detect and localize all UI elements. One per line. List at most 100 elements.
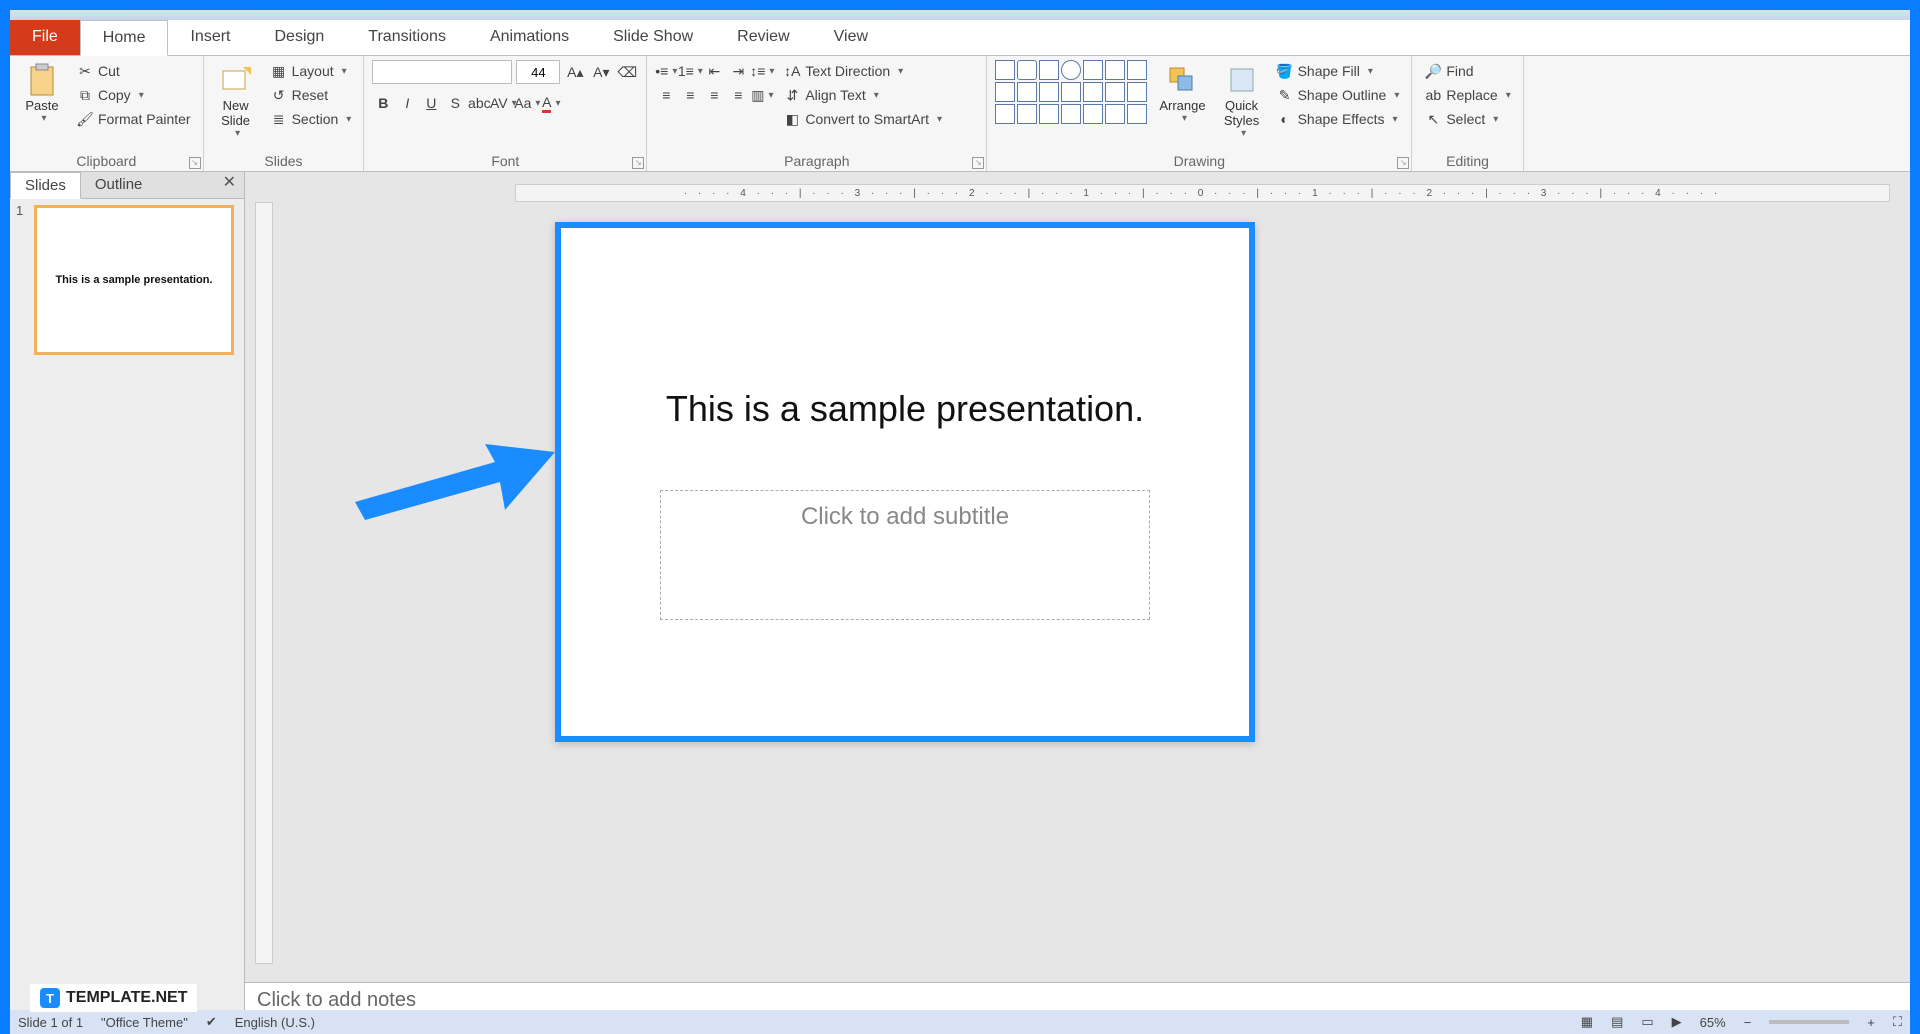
increase-indent-button[interactable]: ⇥ [727,60,749,82]
fit-to-window-button[interactable]: ⛶ [1893,1014,1902,1030]
pane-tab-outline[interactable]: Outline [81,172,157,198]
status-spellcheck-icon[interactable]: ✔ [206,1014,217,1030]
slide-editor[interactable]: This is a sample presentation. Click to … [555,222,1255,742]
replace-label: Replace [1446,87,1497,103]
new-slide-button[interactable]: New Slide [212,60,260,141]
cut-button[interactable]: ✂Cut [72,60,195,82]
app-window: File Home Insert Design Transitions Anim… [10,10,1910,1024]
tab-insert[interactable]: Insert [168,20,252,55]
shadow-button[interactable]: abc [468,92,490,114]
drawing-dialog-launcher[interactable]: ↘ [1397,157,1409,169]
copy-button[interactable]: ⧉Copy [72,84,195,106]
tab-design[interactable]: Design [252,20,346,55]
tab-file[interactable]: File [10,20,80,55]
binoculars-icon: 🔎 [1424,62,1442,80]
tab-animations[interactable]: Animations [468,20,591,55]
effects-icon: ◐ [1276,110,1294,128]
char-spacing-button[interactable]: AV [492,92,514,114]
columns-button[interactable]: ▥ [751,84,773,106]
align-left-button[interactable]: ≡ [655,84,677,106]
zoom-level[interactable]: 65% [1700,1015,1726,1030]
status-theme: "Office Theme" [101,1015,188,1030]
title-bar [10,10,1910,20]
italic-button[interactable]: I [396,92,418,114]
find-button[interactable]: 🔎Find [1420,60,1514,82]
smartart-icon: ◧ [783,110,801,128]
pane-tab-slides[interactable]: Slides [10,172,81,199]
text-direction-button[interactable]: ↕AText Direction [779,60,946,82]
quick-styles-button[interactable]: Quick Styles [1218,60,1266,141]
format-painter-button[interactable]: 🖌Format Painter [72,108,195,130]
new-slide-icon [218,62,254,98]
shape-effects-button[interactable]: ◐Shape Effects [1272,108,1404,130]
layout-label: Layout [292,63,334,79]
zoom-in-button[interactable]: + [1867,1015,1875,1030]
shape-outline-button[interactable]: ✎Shape Outline [1272,84,1404,106]
text-direction-icon: ↕A [783,62,801,80]
slide-title-text[interactable]: This is a sample presentation. [601,388,1209,430]
tab-home[interactable]: Home [80,20,169,56]
reset-label: Reset [292,87,329,103]
font-dialog-launcher[interactable]: ↘ [632,157,644,169]
arrange-button[interactable]: Arrange [1153,60,1211,126]
paste-button[interactable]: Paste [18,60,66,126]
convert-smartart-button[interactable]: ◧Convert to SmartArt [779,108,946,130]
quick-styles-label: Quick Styles [1224,98,1259,128]
shape-fill-button[interactable]: 🪣Shape Fill [1272,60,1404,82]
group-drawing-label: Drawing [995,151,1403,169]
font-color-button[interactable]: A [540,92,562,114]
shapes-gallery[interactable] [995,60,1147,124]
replace-button[interactable]: abReplace [1420,84,1514,106]
align-right-button[interactable]: ≡ [703,84,725,106]
group-editing-label: Editing [1420,151,1514,169]
bullets-button[interactable]: •≡ [655,60,677,82]
paragraph-dialog-launcher[interactable]: ↘ [972,157,984,169]
slide-subtitle-placeholder[interactable]: Click to add subtitle [660,490,1150,620]
justify-button[interactable]: ≡ [727,84,749,106]
tab-view[interactable]: View [812,20,890,55]
tab-slideshow[interactable]: Slide Show [591,20,715,55]
clear-format-button[interactable]: ⌫ [616,61,638,83]
reset-button[interactable]: ↺Reset [266,84,356,106]
layout-button[interactable]: ▦Layout [266,60,356,82]
template-net-label: TEMPLATE.NET [66,989,187,1007]
status-language[interactable]: English (U.S.) [235,1015,315,1030]
font-name-input[interactable] [372,60,512,84]
view-normal-button[interactable]: ▦ [1581,1014,1593,1030]
select-button[interactable]: ↖Select [1420,108,1514,130]
slide-thumbnail-1[interactable]: 1 This is a sample presentation. [10,199,244,361]
cursor-icon: ↖ [1424,110,1442,128]
font-size-input[interactable] [516,60,560,84]
paste-label: Paste [25,98,58,113]
group-slides-label: Slides [212,151,356,169]
numbering-button[interactable]: 1≡ [679,60,701,82]
clipboard-dialog-launcher[interactable]: ↘ [189,157,201,169]
tab-transitions[interactable]: Transitions [346,20,468,55]
reset-icon: ↺ [270,86,288,104]
align-center-button[interactable]: ≡ [679,84,701,106]
section-button[interactable]: ≣Section [266,108,356,130]
group-paragraph: •≡ 1≡ ⇤ ⇥ ↕≡ ≡ ≡ ≡ ≡ ▥ ↕AText D [647,56,987,171]
decrease-indent-button[interactable]: ⇤ [703,60,725,82]
grow-font-button[interactable]: A▴ [564,61,586,83]
status-slide-count: Slide 1 of 1 [18,1015,83,1030]
arrange-label: Arrange [1159,98,1205,113]
zoom-slider[interactable] [1769,1020,1849,1024]
view-reading-button[interactable]: ▭ [1641,1014,1653,1030]
line-spacing-button[interactable]: ↕≡ [751,60,773,82]
bold-button[interactable]: B [372,92,394,114]
shrink-font-button[interactable]: A▾ [590,61,612,83]
group-clipboard: Paste ✂Cut ⧉Copy 🖌Format Painter Clipboa… [10,56,204,171]
tab-review[interactable]: Review [715,20,811,55]
ruler-horizontal: · · · · 4 · · · | · · · 3 · · · | · · · … [515,184,1890,202]
view-slideshow-button[interactable]: ▶ [1672,1014,1682,1030]
pane-close-button[interactable]: ✕ [215,172,244,198]
align-text-button[interactable]: ⇵Align Text [779,84,946,106]
group-drawing: Arrange Quick Styles 🪣Shape Fill ✎Shape … [987,56,1412,171]
layout-icon: ▦ [270,62,288,80]
view-sorter-button[interactable]: ▤ [1611,1014,1623,1030]
zoom-out-button[interactable]: − [1744,1015,1752,1030]
underline-button[interactable]: U [420,92,442,114]
change-case-button[interactable]: Aa [516,92,538,114]
strike-button[interactable]: S [444,92,466,114]
